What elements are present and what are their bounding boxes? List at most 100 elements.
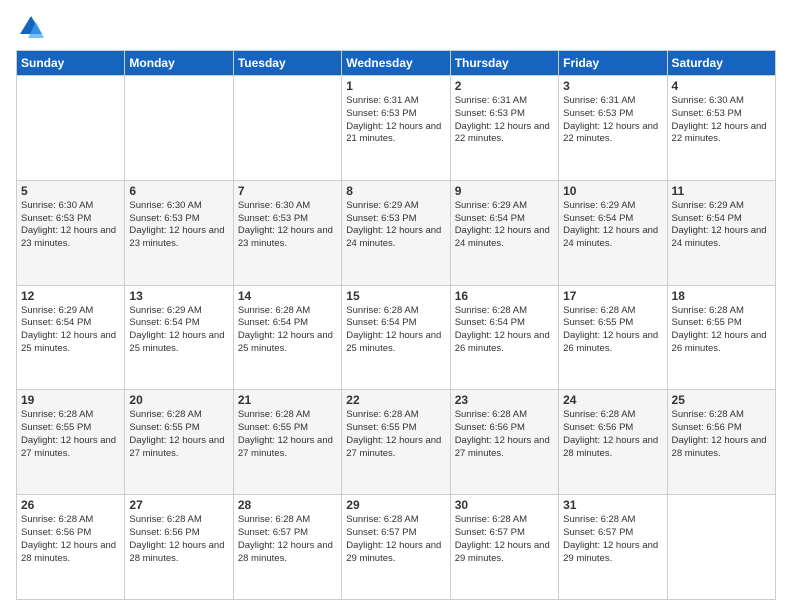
week-row-5: 26 Sunrise: 6:28 AM Sunset: 6:56 PM Dayli…: [17, 495, 776, 600]
day-cell: 12 Sunrise: 6:29 AM Sunset: 6:54 PM Dayli…: [17, 285, 125, 390]
day-number: 13: [129, 289, 228, 303]
day-info: Sunrise: 6:28 AM Sunset: 6:57 PM Dayligh…: [563, 514, 662, 565]
day-number: 25: [672, 393, 771, 407]
day-cell: 20Sunrise: 6:28 AM Sunset: 6:55 PM Dayli…: [125, 390, 233, 495]
day-number: 3: [563, 79, 662, 93]
day-info: Sunrise: 6:28 AM Sunset: 6:54 PM Dayligh…: [346, 305, 445, 356]
day-number: 1: [346, 79, 445, 93]
day-number: 20: [129, 393, 228, 407]
day-info: Sunrise: 6:29 AM Sunset: 6:54 PM Dayligh…: [129, 305, 228, 356]
day-cell: [233, 76, 341, 181]
day-info: Sunrise: 6:28 AM Sunset: 6:56 PM Dayligh…: [21, 514, 120, 565]
day-info: Sunrise: 6:28 AM Sunset: 6:54 PM Dayligh…: [455, 305, 554, 356]
calendar-table: SundayMondayTuesdayWednesdayThursdayFrid…: [16, 50, 776, 600]
day-info: Sunrise: 6:31 AM Sunset: 6:53 PM Dayligh…: [455, 95, 554, 146]
day-number: 18: [672, 289, 771, 303]
day-info: Sunrise: 6:28 AM Sunset: 6:55 PM Dayligh…: [672, 305, 771, 356]
day-cell: 31 Sunrise: 6:28 AM Sunset: 6:57 PM Dayli…: [559, 495, 667, 600]
day-header-tuesday: Tuesday: [233, 51, 341, 76]
day-number: 4: [672, 79, 771, 93]
day-number: 12: [21, 289, 120, 303]
day-header-saturday: Saturday: [667, 51, 775, 76]
day-number: 10: [563, 184, 662, 198]
day-info: Sunrise: 6:29 AM Sunset: 6:54 PM Dayligh…: [563, 200, 662, 251]
day-info: Sunrise: 6:28 AM Sunset: 6:55 PM Dayligh…: [238, 409, 337, 460]
day-number: 24: [563, 393, 662, 407]
day-cell: 25 Sunrise: 6:28 AM Sunset: 6:56 PM Dayli…: [667, 390, 775, 495]
day-cell: 19Sunrise: 6:28 AM Sunset: 6:55 PM Dayli…: [17, 390, 125, 495]
day-info: Sunrise: 6:31 AM Sunset: 6:53 PM Dayligh…: [563, 95, 662, 146]
day-header-friday: Friday: [559, 51, 667, 76]
logo: [16, 12, 50, 42]
day-cell: 23Sunrise: 6:28 AM Sunset: 6:56 PM Dayli…: [450, 390, 558, 495]
day-number: 17: [563, 289, 662, 303]
day-cell: 15 Sunrise: 6:28 AM Sunset: 6:54 PM Dayli…: [342, 285, 450, 390]
day-info: Sunrise: 6:30 AM Sunset: 6:53 PM Dayligh…: [672, 95, 771, 146]
day-cell: 29 Sunrise: 6:28 AM Sunset: 6:57 PM Dayli…: [342, 495, 450, 600]
day-number: 9: [455, 184, 554, 198]
day-number: 8: [346, 184, 445, 198]
day-number: 29: [346, 498, 445, 512]
day-cell: 14 Sunrise: 6:28 AM Sunset: 6:54 PM Dayli…: [233, 285, 341, 390]
day-cell: 13 Sunrise: 6:29 AM Sunset: 6:54 PM Dayli…: [125, 285, 233, 390]
day-cell: 10 Sunrise: 6:29 AM Sunset: 6:54 PM Dayli…: [559, 180, 667, 285]
day-info: Sunrise: 6:29 AM Sunset: 6:54 PM Dayligh…: [21, 305, 120, 356]
day-cell: 22Sunrise: 6:28 AM Sunset: 6:55 PM Dayli…: [342, 390, 450, 495]
day-info: Sunrise: 6:29 AM Sunset: 6:53 PM Dayligh…: [346, 200, 445, 251]
day-info: Sunrise: 6:28 AM Sunset: 6:56 PM Dayligh…: [455, 409, 554, 460]
day-cell: 17 Sunrise: 6:28 AM Sunset: 6:55 PM Dayli…: [559, 285, 667, 390]
day-header-thursday: Thursday: [450, 51, 558, 76]
day-cell: 5 Sunrise: 6:30 AM Sunset: 6:53 PM Daylig…: [17, 180, 125, 285]
day-number: 16: [455, 289, 554, 303]
day-number: 21: [238, 393, 337, 407]
day-cell: 16 Sunrise: 6:28 AM Sunset: 6:54 PM Dayli…: [450, 285, 558, 390]
day-number: 5: [21, 184, 120, 198]
day-number: 27: [129, 498, 228, 512]
day-header-monday: Monday: [125, 51, 233, 76]
day-number: 6: [129, 184, 228, 198]
day-cell: 28 Sunrise: 6:28 AM Sunset: 6:57 PM Dayli…: [233, 495, 341, 600]
header: [16, 12, 776, 42]
day-cell: 21 Sunrise: 6:28 AM Sunset: 6:55 PM Dayli…: [233, 390, 341, 495]
page: SundayMondayTuesdayWednesdayThursdayFrid…: [0, 0, 792, 612]
day-info: Sunrise: 6:28 AM Sunset: 6:56 PM Dayligh…: [563, 409, 662, 460]
day-number: 19: [21, 393, 120, 407]
week-row-3: 12 Sunrise: 6:29 AM Sunset: 6:54 PM Dayli…: [17, 285, 776, 390]
day-cell: 7 Sunrise: 6:30 AM Sunset: 6:53 PM Daylig…: [233, 180, 341, 285]
day-number: 30: [455, 498, 554, 512]
day-cell: 6Sunrise: 6:30 AM Sunset: 6:53 PM Daylig…: [125, 180, 233, 285]
day-number: 28: [238, 498, 337, 512]
day-cell: 18 Sunrise: 6:28 AM Sunset: 6:55 PM Dayli…: [667, 285, 775, 390]
day-header-wednesday: Wednesday: [342, 51, 450, 76]
day-cell: [667, 495, 775, 600]
day-cell: 9 Sunrise: 6:29 AM Sunset: 6:54 PM Daylig…: [450, 180, 558, 285]
week-row-4: 19 Sunrise: 6:28 AM Sunset: 6:55 PM Dayli…: [17, 390, 776, 495]
day-number: 26: [21, 498, 120, 512]
day-cell: 27 Sunrise: 6:28 AM Sunset: 6:56 PM Dayli…: [125, 495, 233, 600]
day-info: Sunrise: 6:30 AM Sunset: 6:53 PM Dayligh…: [21, 200, 120, 251]
day-info: Sunrise: 6:29 AM Sunset: 6:54 PM Dayligh…: [455, 200, 554, 251]
day-info: Sunrise: 6:28 AM Sunset: 6:56 PM Dayligh…: [672, 409, 771, 460]
day-number: 31: [563, 498, 662, 512]
day-cell: 30Sunrise: 6:28 AM Sunset: 6:57 PM Dayli…: [450, 495, 558, 600]
day-number: 11: [672, 184, 771, 198]
day-info: Sunrise: 6:30 AM Sunset: 6:53 PM Dayligh…: [238, 200, 337, 251]
logo-icon: [16, 12, 46, 42]
day-info: Sunrise: 6:28 AM Sunset: 6:57 PM Dayligh…: [346, 514, 445, 565]
day-cell: 1 Sunrise: 6:31 AM Sunset: 6:53 PM Daylig…: [342, 76, 450, 181]
days-header-row: SundayMondayTuesdayWednesdayThursdayFrid…: [17, 51, 776, 76]
day-info: Sunrise: 6:28 AM Sunset: 6:55 PM Dayligh…: [563, 305, 662, 356]
week-row-1: 1 Sunrise: 6:31 AM Sunset: 6:53 PM Daylig…: [17, 76, 776, 181]
day-cell: 11Sunrise: 6:29 AM Sunset: 6:54 PM Dayli…: [667, 180, 775, 285]
day-info: Sunrise: 6:28 AM Sunset: 6:54 PM Dayligh…: [238, 305, 337, 356]
day-number: 15: [346, 289, 445, 303]
day-number: 22: [346, 393, 445, 407]
day-info: Sunrise: 6:31 AM Sunset: 6:53 PM Dayligh…: [346, 95, 445, 146]
day-info: Sunrise: 6:28 AM Sunset: 6:57 PM Dayligh…: [238, 514, 337, 565]
day-cell: 3 Sunrise: 6:31 AM Sunset: 6:53 PM Daylig…: [559, 76, 667, 181]
day-info: Sunrise: 6:28 AM Sunset: 6:56 PM Dayligh…: [129, 514, 228, 565]
day-header-sunday: Sunday: [17, 51, 125, 76]
day-number: 2: [455, 79, 554, 93]
day-number: 7: [238, 184, 337, 198]
day-number: 14: [238, 289, 337, 303]
